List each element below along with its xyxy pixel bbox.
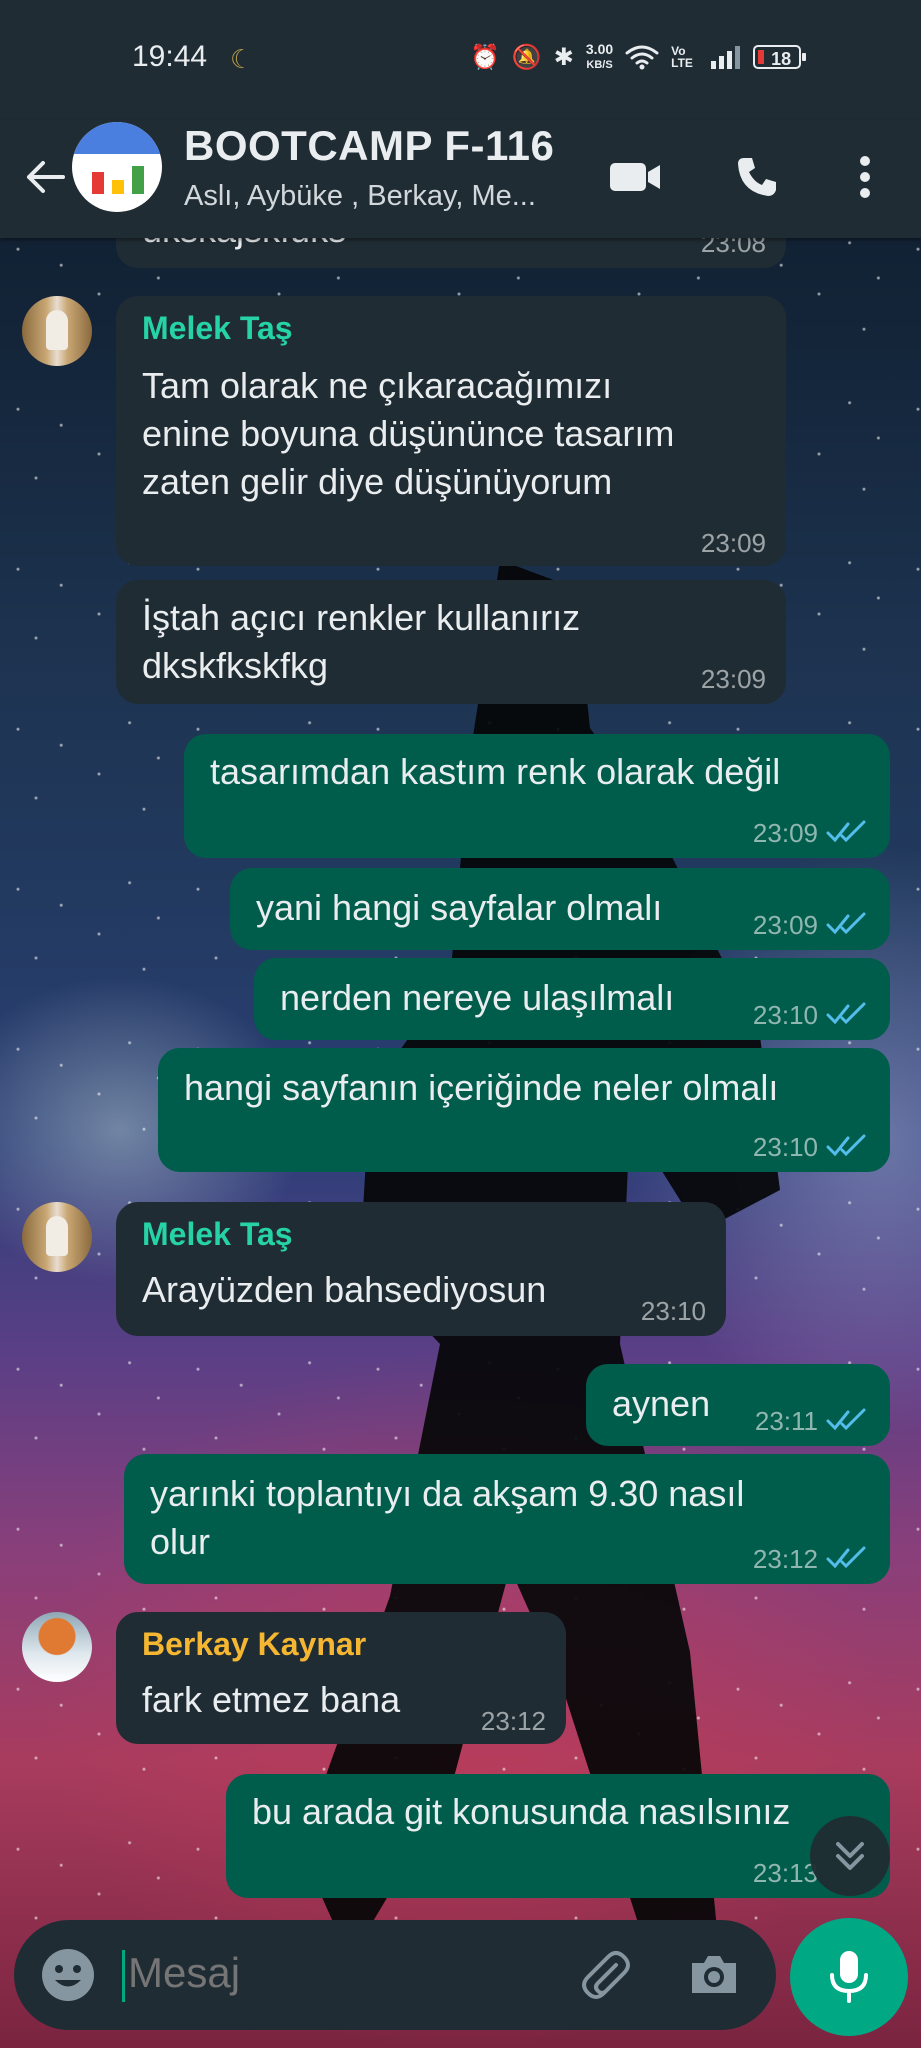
chevron-down-double-icon	[836, 1842, 864, 1870]
message-bubble-incoming[interactable]: Melek Taş Arayüzden bahsediyosun 23:10	[116, 1202, 726, 1336]
message-time: 23:12	[752, 1544, 818, 1574]
scroll-to-bottom-button[interactable]	[810, 1816, 890, 1896]
moon-icon: ☾	[230, 44, 254, 74]
message-bubble-outgoing[interactable]: aynen 23:11	[586, 1364, 890, 1446]
message-text: nerden nereye ulaşılmalı	[280, 977, 675, 1018]
avatar-melek-tas[interactable]	[22, 1202, 92, 1272]
message-time: 23:10	[752, 1132, 818, 1162]
message-composer[interactable]	[14, 1920, 776, 2030]
video-call-button[interactable]	[600, 142, 670, 212]
message-input[interactable]	[126, 1948, 550, 1998]
read-ticks-icon	[826, 1408, 866, 1431]
status-bar: 19:44 ☾ ⏰ 🔕 ✱ 3.00 KB/S Vo LTE 18	[0, 0, 921, 120]
read-ticks-icon	[826, 912, 866, 935]
phone-icon	[738, 158, 776, 196]
chat-header: BOOTCAMP F-116 Aslı, Aybüke , Berkay, Me…	[0, 120, 921, 238]
mute-icon: 🔕	[511, 43, 542, 71]
message-text: fark etmez bana	[142, 1679, 401, 1720]
status-time: 19:44	[132, 40, 208, 73]
message-text: yarınki toplantıyı da akşam 9.30 nasıl o…	[150, 1473, 745, 1562]
status-icons: ⏰ 🔕 ✱ 3.00 KB/S Vo LTE 18	[470, 41, 807, 72]
message-time: 23:11	[754, 1406, 818, 1436]
voice-record-button[interactable]	[790, 1918, 908, 2036]
message-bubble-incoming[interactable]: İştah açıcı renkler kullanırız dkskfkskf…	[116, 580, 786, 704]
read-ticks-icon	[826, 1134, 866, 1157]
group-title[interactable]: BOOTCAMP F-116	[184, 122, 554, 170]
back-arrow-icon	[27, 161, 65, 193]
message-bubble-outgoing[interactable]: yani hangi sayfalar olmalı 23:09	[230, 868, 890, 950]
volte-label: Vo LTE	[671, 44, 693, 70]
more-options-button[interactable]	[830, 142, 900, 212]
bluetooth-icon: ✱	[553, 43, 574, 71]
message-time: 23:10	[752, 1000, 818, 1030]
battery-indicator: 18	[753, 45, 807, 69]
sender-name[interactable]: Berkay Kaynar	[142, 1626, 366, 1663]
message-bubble-outgoing[interactable]: bu arada git konusunda nasılsınız 23:13	[226, 1774, 890, 1898]
message-text: aynen	[612, 1383, 711, 1424]
message-bubble-incoming[interactable]: Melek Taş Tam olarak ne çıkaracağımızı e…	[116, 296, 786, 566]
wifi-icon	[625, 45, 659, 70]
signal-icon	[711, 46, 741, 69]
read-ticks-icon	[826, 1002, 866, 1025]
text-cursor	[122, 1950, 125, 2002]
more-vert-icon	[860, 156, 870, 198]
message-time: 23:12	[480, 1706, 546, 1736]
read-ticks-icon	[826, 820, 866, 843]
message-text: yani hangi sayfalar olmalı	[256, 887, 663, 928]
back-button[interactable]	[16, 142, 74, 212]
avatar-melek-tas[interactable]	[22, 296, 92, 366]
group-members[interactable]: Aslı, Aybüke , Berkay, Me...	[184, 180, 584, 213]
voice-call-button[interactable]	[722, 142, 792, 212]
message-time: 23:10	[640, 1296, 706, 1326]
attach-icon[interactable]	[574, 1945, 634, 2005]
mic-icon	[830, 1951, 868, 2003]
message-text: bu arada git konusunda nasılsınız	[252, 1791, 791, 1832]
message-bubble-outgoing[interactable]: yarınki toplantıyı da akşam 9.30 nasıl o…	[124, 1454, 890, 1584]
net-speed: 3.00 KB/S	[585, 41, 614, 71]
alarm-icon: ⏰	[470, 43, 500, 71]
message-time: 23:13	[752, 1858, 818, 1888]
group-avatar[interactable]	[72, 122, 162, 212]
message-text: hangi sayfanın içeriğinde neler olmalı	[184, 1067, 779, 1108]
message-time: 23:09	[752, 910, 818, 940]
message-bubble-outgoing[interactable]: tasarımdan kastım renk olarak değil 23:0…	[184, 734, 890, 858]
message-time: 23:09	[752, 818, 818, 848]
message-text: Arayüzden bahsediyosun	[142, 1269, 547, 1310]
message-time: 23:09	[700, 528, 766, 558]
emoji-icon[interactable]	[38, 1945, 98, 2005]
video-call-icon	[610, 163, 660, 191]
sender-name[interactable]: Melek Taş	[142, 1216, 293, 1253]
message-bubble-incoming[interactable]: Berkay Kaynar fark etmez bana 23:12	[116, 1612, 566, 1744]
message-bubble-outgoing[interactable]: nerden nereye ulaşılmalı 23:10	[254, 958, 890, 1040]
sender-name[interactable]: Melek Taş	[142, 310, 293, 347]
message-text: tasarımdan kastım renk olarak değil	[210, 751, 781, 792]
read-ticks-icon	[826, 1546, 866, 1569]
message-bubble-outgoing[interactable]: hangi sayfanın içeriğinde neler olmalı 2…	[158, 1048, 890, 1172]
avatar-berkay-kaynar[interactable]	[22, 1612, 92, 1682]
camera-icon[interactable]	[684, 1945, 744, 2005]
message-text: İştah açıcı renkler kullanırız dkskfkskf…	[142, 597, 581, 686]
message-time: 23:09	[700, 664, 766, 694]
message-text: Tam olarak ne çıkaracağımızı enine boyun…	[142, 365, 675, 502]
